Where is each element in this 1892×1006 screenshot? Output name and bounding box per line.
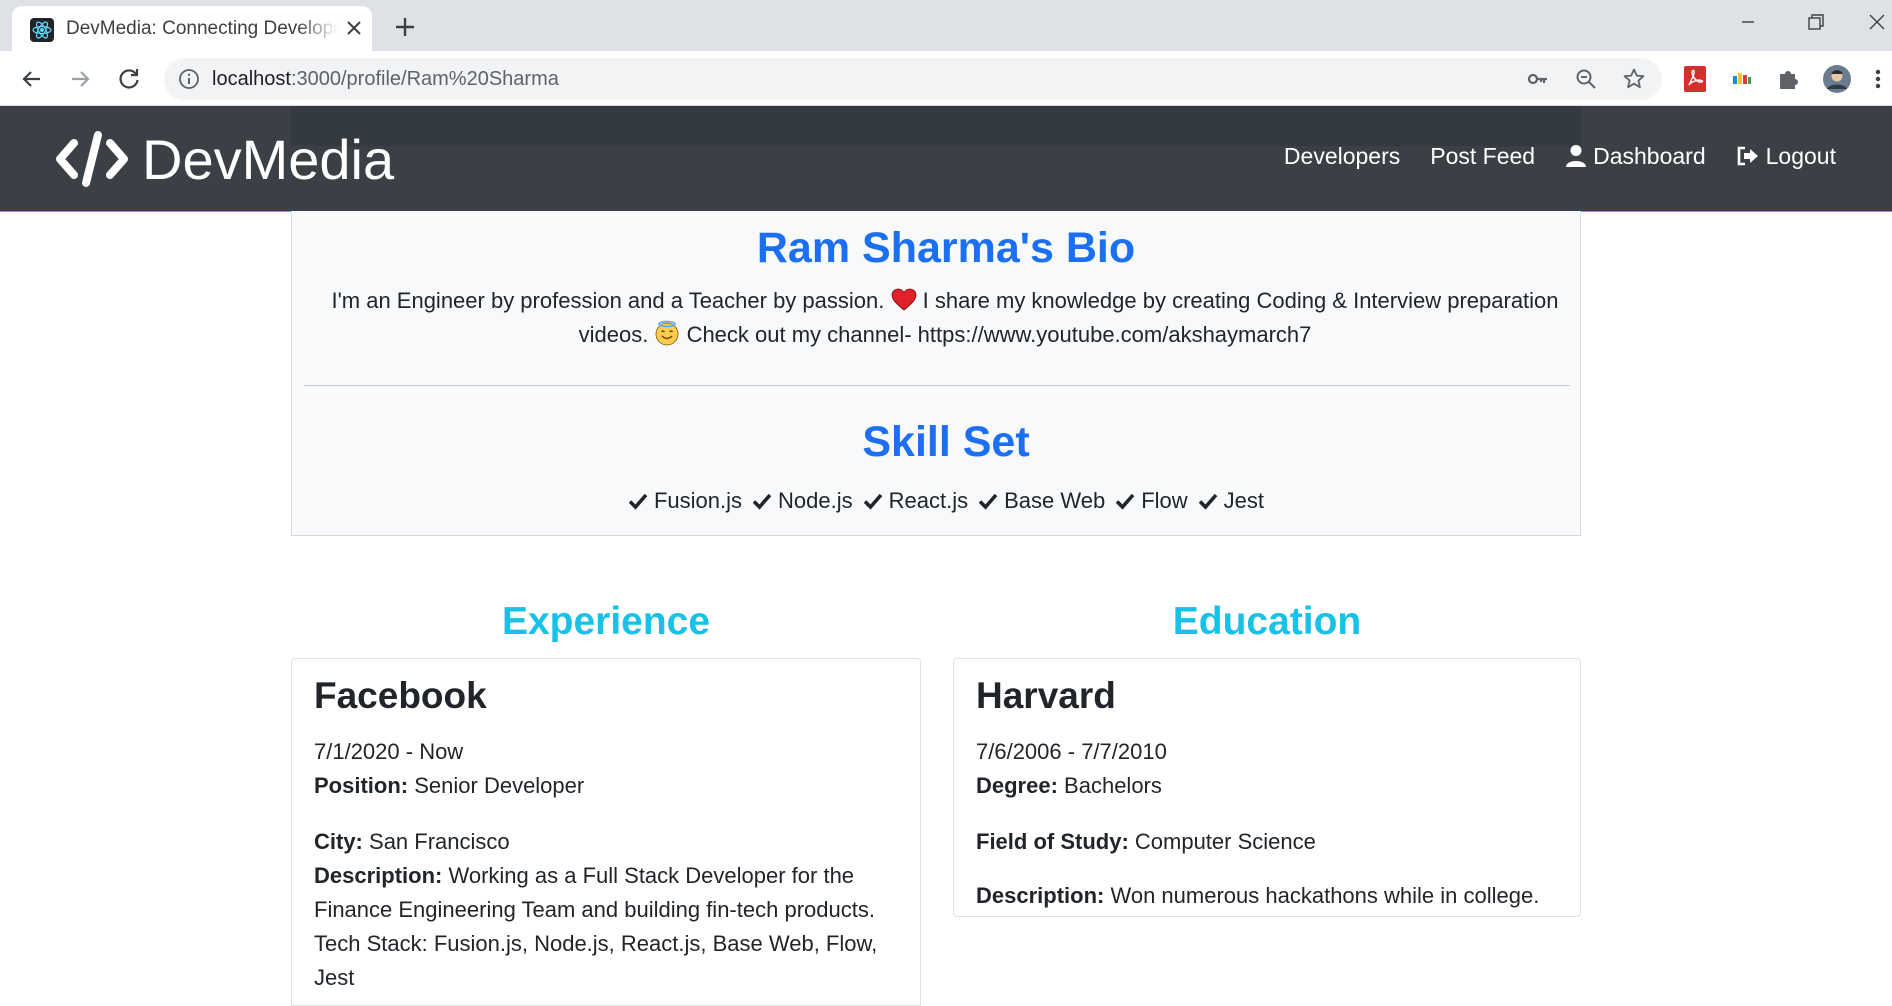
extensions-puzzle-icon[interactable]: [1774, 64, 1804, 94]
education-degree: Degree: Bachelors: [976, 769, 1162, 803]
color-extension-icon[interactable]: [1727, 64, 1757, 94]
city-label: City:: [314, 829, 363, 854]
skill-set-title: Skill Set: [862, 418, 1030, 466]
nav-logout-link[interactable]: Logout: [1736, 143, 1836, 170]
profile-avatar[interactable]: [1822, 64, 1852, 94]
experience-city: City: San Francisco: [314, 825, 510, 859]
more-menu-icon[interactable]: [1868, 64, 1888, 94]
skill-item: Base Web: [978, 488, 1105, 514]
new-tab-plus-icon[interactable]: [390, 12, 420, 42]
experience-dates: 7/1/2020 - Now: [314, 739, 464, 764]
nav-dashboard-link[interactable]: Dashboard: [1565, 143, 1706, 170]
description-label: Description:: [314, 863, 443, 888]
experience-description: Description: Working as a Full Stack Dev…: [314, 859, 894, 995]
check-icon: [863, 493, 882, 510]
minimize-icon[interactable]: [1730, 8, 1766, 36]
logout-label: Logout: [1765, 142, 1836, 169]
reload-icon[interactable]: [115, 65, 143, 93]
browser-toolbar: localhost:3000/profile/Ram%20Sharma: [0, 51, 1892, 106]
brand-name: DevMedia: [142, 127, 395, 191]
degree-label: Degree:: [976, 773, 1058, 798]
skill-item: Node.js: [752, 488, 853, 514]
check-icon: [752, 493, 772, 510]
field-value: Computer Science: [1134, 829, 1316, 854]
bookmark-star-icon[interactable]: [1622, 67, 1646, 91]
url-host: localhost: [212, 68, 291, 90]
edu-description-label: Description:: [976, 883, 1105, 908]
city-value: San Francisco: [369, 829, 510, 854]
education-description: Description: Won numerous hackathons whi…: [976, 879, 1539, 913]
bio-text-part1: I'm an Engineer by profession and a Teac…: [331, 288, 885, 313]
skills-list: Fusion.js Node.js React.js Base Web Flow…: [0, 488, 1892, 514]
nav-developers-link[interactable]: Developers: [1284, 143, 1400, 170]
position-label: Position:: [314, 773, 409, 798]
sign-out-icon: [1737, 146, 1758, 166]
browser-tab-strip: DevMedia: Connecting Developers: [0, 0, 1892, 51]
skill-item: Jest: [1198, 488, 1264, 514]
restore-icon[interactable]: [1797, 8, 1833, 36]
skill-item: Flow: [1115, 488, 1188, 514]
skill-label: Fusion.js: [653, 488, 743, 513]
skill-label: React.js: [888, 488, 969, 513]
field-label: Field of Study:: [976, 829, 1129, 854]
experience-company: Facebook: [314, 675, 487, 716]
check-icon: [1198, 493, 1218, 510]
key-icon[interactable]: [1526, 67, 1550, 91]
bio-text-part3: Check out my channel- https://www.youtub…: [686, 322, 1312, 347]
smiling-halo-emoji-icon: [656, 320, 679, 346]
brand-logo-link[interactable]: DevMedia: [56, 124, 394, 194]
nav-links: Developers Post Feed Dashboard Logout: [1254, 136, 1836, 176]
education-dates: 7/6/2006 - 7/7/2010: [976, 739, 1167, 764]
experience-position: Position: Senior Developer: [314, 769, 584, 803]
skill-label: Flow: [1141, 488, 1188, 513]
nav-post-feed-link[interactable]: Post Feed: [1430, 143, 1535, 170]
check-icon: [1115, 493, 1135, 510]
address-bar[interactable]: localhost:3000/profile/Ram%20Sharma: [164, 58, 1662, 100]
check-icon: [628, 493, 648, 510]
browser-tab[interactable]: DevMedia: Connecting Developers: [12, 6, 372, 51]
react-favicon-icon: [30, 18, 54, 42]
url-text[interactable]: localhost:3000/profile/Ram%20Sharma: [212, 68, 559, 91]
degree-value: Bachelors: [1064, 773, 1162, 798]
page-viewport: DevMedia Developers Post Feed Dashboard …: [0, 106, 1892, 1006]
bio-text: I'm an Engineer by profession and a Teac…: [315, 284, 1575, 352]
zoom-out-icon[interactable]: [1574, 67, 1598, 91]
position-value: Senior Developer: [414, 773, 585, 798]
skill-item: React.js: [863, 488, 968, 514]
url-path: :3000/profile/Ram%20Sharma: [290, 68, 559, 90]
forward-arrow-icon[interactable]: [66, 65, 94, 93]
tab-title: DevMedia: Connecting Developers: [66, 18, 338, 39]
user-icon: [1566, 145, 1587, 167]
education-field: Field of Study: Computer Science: [976, 825, 1316, 859]
back-arrow-icon[interactable]: [18, 65, 46, 93]
skill-label: Node.js: [778, 488, 853, 513]
heart-emoji-icon: [891, 288, 916, 311]
dashboard-label: Dashboard: [1593, 142, 1706, 169]
skill-label: Base Web: [1004, 488, 1106, 513]
bio-title: Ram Sharma's Bio: [756, 224, 1136, 272]
bio-divider: [304, 385, 1570, 386]
experience-heading: Experience: [501, 600, 711, 643]
experience-card: Facebook 7/1/2020 - Now Position: Senior…: [291, 658, 921, 1006]
skill-label: Jest: [1223, 488, 1265, 513]
site-info-icon[interactable]: [178, 68, 200, 90]
education-heading: Education: [1172, 600, 1362, 643]
education-card: Harvard 7/6/2006 - 7/7/2010 Degree: Bach…: [953, 658, 1581, 917]
close-window-icon[interactable]: [1860, 8, 1892, 36]
skill-item: Fusion.js: [628, 488, 742, 514]
close-tab-icon[interactable]: [342, 16, 366, 40]
pdf-extension-icon[interactable]: [1680, 64, 1710, 94]
education-school: Harvard: [976, 675, 1116, 716]
top-navbar: DevMedia Developers Post Feed Dashboard …: [0, 106, 1892, 212]
code-brackets-icon: [56, 131, 128, 187]
edu-description-value: Won numerous hackathons while in college…: [1110, 883, 1540, 908]
check-icon: [978, 493, 998, 510]
